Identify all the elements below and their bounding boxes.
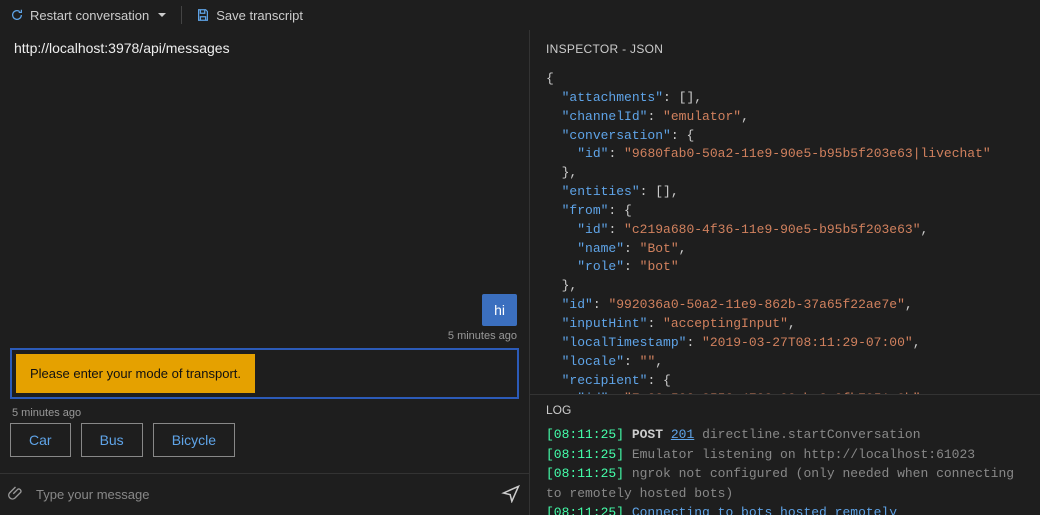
send-icon[interactable] <box>501 483 521 506</box>
log-body[interactable]: [08:11:25] POST 201 directline.startConv… <box>530 421 1040 515</box>
log-line: [08:11:25] ngrok not configured (only ne… <box>546 464 1024 503</box>
choice-bicycle-button[interactable]: Bicycle <box>153 423 235 457</box>
bot-message-timestamp: 5 minutes ago <box>12 407 517 419</box>
log-line: [08:11:25] POST 201 directline.startConv… <box>546 425 1024 445</box>
log-line: [08:11:25] Connecting to bots hosted rem… <box>546 503 1024 515</box>
log-line: [08:11:25] Emulator listening on http://… <box>546 445 1024 465</box>
log-link[interactable]: Connecting to bots hosted remotely <box>632 505 897 515</box>
restart-dropdown-icon[interactable] <box>157 8 167 23</box>
attach-icon[interactable] <box>8 484 26 505</box>
endpoint-url: http://localhost:3978/api/messages <box>0 30 529 68</box>
http-status-link[interactable]: 201 <box>671 427 694 442</box>
message-input[interactable] <box>36 487 493 502</box>
log-title: LOG <box>530 394 1040 421</box>
inspector-json[interactable]: { "attachments": [], "channelId": "emula… <box>530 64 1040 394</box>
restart-icon <box>10 8 24 22</box>
restart-conversation-button[interactable]: Restart conversation <box>10 8 149 23</box>
chat-history: hi 5 minutes ago Please enter your mode … <box>0 68 529 473</box>
toolbar: Restart conversation Save transcript <box>0 0 1040 30</box>
inspector-title: INSPECTOR - JSON <box>530 30 1040 64</box>
bot-message-selected[interactable]: Please enter your mode of transport. <box>10 348 519 399</box>
choice-bus-button[interactable]: Bus <box>81 423 143 457</box>
restart-label: Restart conversation <box>30 8 149 23</box>
message-composer <box>0 473 529 515</box>
user-message-row: hi 5 minutes ago <box>8 294 521 342</box>
bot-message-bubble: Please enter your mode of transport. <box>16 354 255 393</box>
choice-car-button[interactable]: Car <box>10 423 71 457</box>
chat-pane: http://localhost:3978/api/messages hi 5 … <box>0 30 530 515</box>
save-transcript-button[interactable]: Save transcript <box>196 8 303 23</box>
user-message-timestamp: 5 minutes ago <box>448 330 517 342</box>
save-icon <box>196 8 210 22</box>
toolbar-separator <box>181 6 182 24</box>
right-pane: INSPECTOR - JSON { "attachments": [], "c… <box>530 30 1040 515</box>
user-message-bubble[interactable]: hi <box>482 294 517 326</box>
save-label: Save transcript <box>216 8 303 23</box>
choice-row: Car Bus Bicycle <box>8 419 521 465</box>
